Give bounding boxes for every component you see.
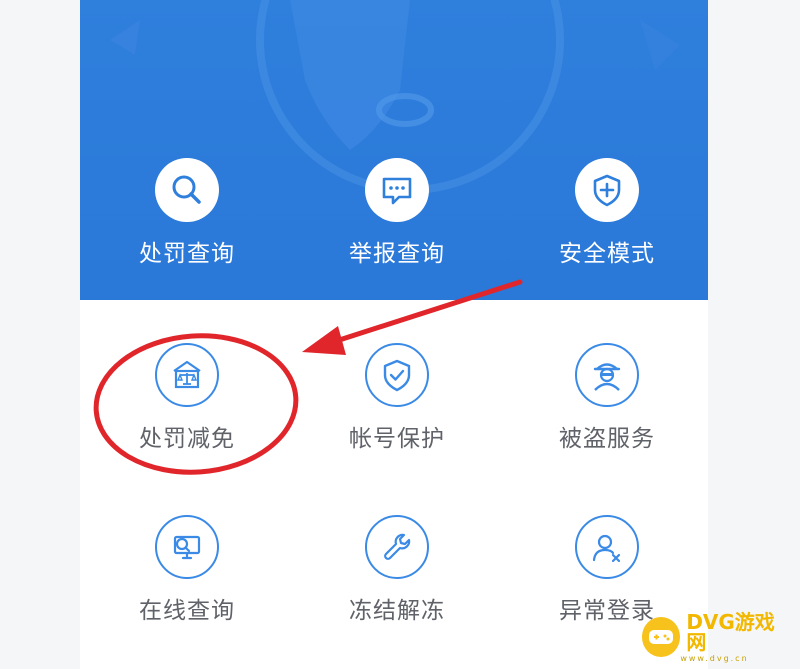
service-freeze-unfreeze[interactable]: 冻结解冻 xyxy=(293,515,493,645)
service-label: 被盗服务 xyxy=(559,426,655,452)
service-label: 举报查询 xyxy=(349,241,445,267)
services-row: 处罚减免 帐号保护 被盗服务 xyxy=(80,343,708,473)
hero-services-row: 处罚查询 举报查询 安全模式 xyxy=(80,158,708,288)
service-label: 帐号保护 xyxy=(349,426,445,452)
shield-plus-icon xyxy=(575,158,639,222)
watermark-url: www.dvg.cn xyxy=(680,653,749,663)
thief-icon xyxy=(575,343,639,407)
app-screen: 处罚查询 举报查询 安全模式 处罚减免 帐号保护 被盗服务 在线查询 冻结解冻 … xyxy=(80,0,708,669)
service-label: 处罚减免 xyxy=(139,426,235,452)
service-report-query[interactable]: 举报查询 xyxy=(293,158,493,288)
service-stolen-account[interactable]: 被盗服务 xyxy=(503,343,703,473)
service-account-protection[interactable]: 帐号保护 xyxy=(293,343,493,473)
site-watermark: DVG游戏网 www.dvg.cn xyxy=(642,609,790,663)
service-safe-mode[interactable]: 安全模式 xyxy=(503,158,703,288)
user-x-icon xyxy=(575,515,639,579)
scales-icon xyxy=(155,343,219,407)
shield-check-icon xyxy=(365,343,429,407)
service-online-query[interactable]: 在线查询 xyxy=(83,515,283,645)
service-penalty-reduction[interactable]: 处罚减免 xyxy=(83,343,283,473)
service-label: 在线查询 xyxy=(139,598,235,624)
service-penalty-query[interactable]: 处罚查询 xyxy=(83,158,283,288)
service-label: 处罚查询 xyxy=(139,241,235,267)
monitor-search-icon xyxy=(155,515,219,579)
service-label: 冻结解冻 xyxy=(349,598,445,624)
service-label: 安全模式 xyxy=(559,241,655,267)
watermark-name: DVG游戏网 xyxy=(686,609,775,654)
hero-banner: 处罚查询 举报查询 安全模式 xyxy=(80,0,708,300)
services-row: 在线查询 冻结解冻 异常登录 xyxy=(80,515,708,645)
chat-bubble-icon xyxy=(365,158,429,222)
wrench-icon xyxy=(365,515,429,579)
magnifier-icon xyxy=(155,158,219,222)
gamepad-icon xyxy=(642,617,681,657)
